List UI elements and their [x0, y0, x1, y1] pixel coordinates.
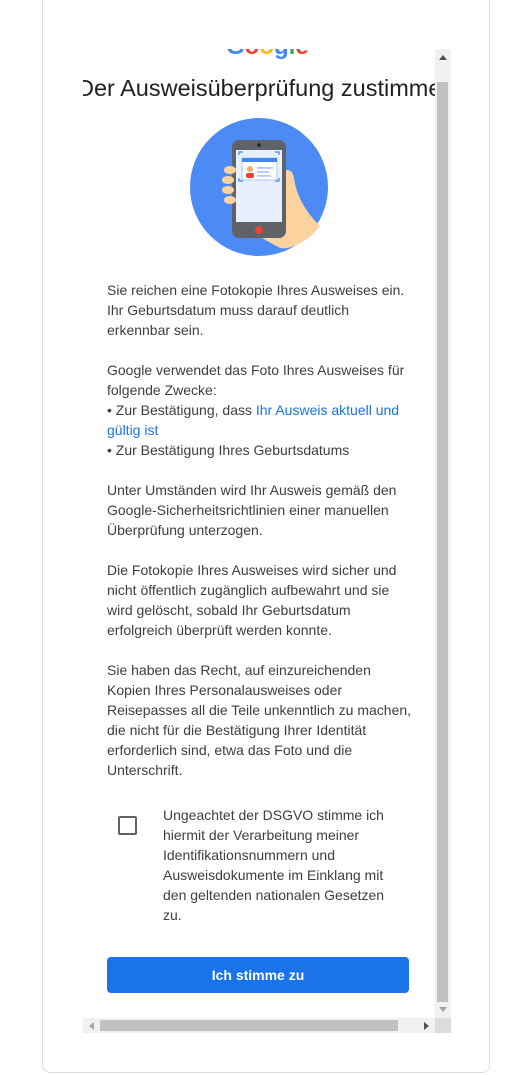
- consent-row: Ungeachtet der DSGVO stimme ich hiermit …: [107, 803, 419, 927]
- phone-id-scan-icon: [190, 118, 328, 256]
- scroll-up-icon[interactable]: [439, 55, 447, 60]
- agree-button[interactable]: Ich stimme zu: [107, 957, 409, 993]
- bullet-birthdate: • Zur Bestätigung Ihres Geburtsdatums: [107, 442, 350, 458]
- paragraph-purposes: Google verwendet das Foto Ihres Ausweise…: [107, 360, 415, 460]
- bullet-valid: • Zur Bestätigung, dass Ihr Ausweis aktu…: [107, 400, 415, 440]
- paragraph-redaction: Sie haben das Recht, auf einzureichenden…: [107, 662, 412, 778]
- scroll-viewport[interactable]: Google Der Ausweisüberprüfung zustimmen: [83, 49, 435, 1018]
- paragraph-submission: Sie reichen eine Fotokopie Ihres Ausweis…: [107, 282, 405, 338]
- consent-label: Ungeachtet der DSGVO stimme ich hiermit …: [163, 807, 385, 923]
- scroll-down-icon[interactable]: [439, 1007, 447, 1012]
- page-title: Der Ausweisüberprüfung zustimmen: [83, 75, 435, 101]
- info-text: Sie reichen eine Fotokopie Ihres Ausweis…: [107, 280, 415, 800]
- paragraph-storage: Die Fotokopie Ihres Ausweises wird siche…: [107, 562, 397, 638]
- scrollbar-corner: [435, 1018, 451, 1033]
- consent-checkbox[interactable]: [118, 816, 137, 835]
- vertical-scrollbar[interactable]: [435, 49, 451, 1018]
- bullet-valid-prefix: • Zur Bestätigung, dass: [107, 402, 256, 418]
- scroll-right-icon[interactable]: [424, 1022, 429, 1030]
- purposes-intro: Google verwendet das Foto Ihres Ausweise…: [107, 362, 405, 398]
- google-logo: Google: [226, 49, 309, 59]
- horizontal-scroll-thumb[interactable]: [100, 1020, 398, 1031]
- horizontal-scrollbar[interactable]: [83, 1018, 435, 1033]
- paragraph-manual-review: Unter Umständen wird Ihr Ausweis gemäß d…: [107, 482, 397, 538]
- vertical-scroll-thumb[interactable]: [437, 82, 448, 1002]
- scroll-left-icon[interactable]: [89, 1022, 94, 1030]
